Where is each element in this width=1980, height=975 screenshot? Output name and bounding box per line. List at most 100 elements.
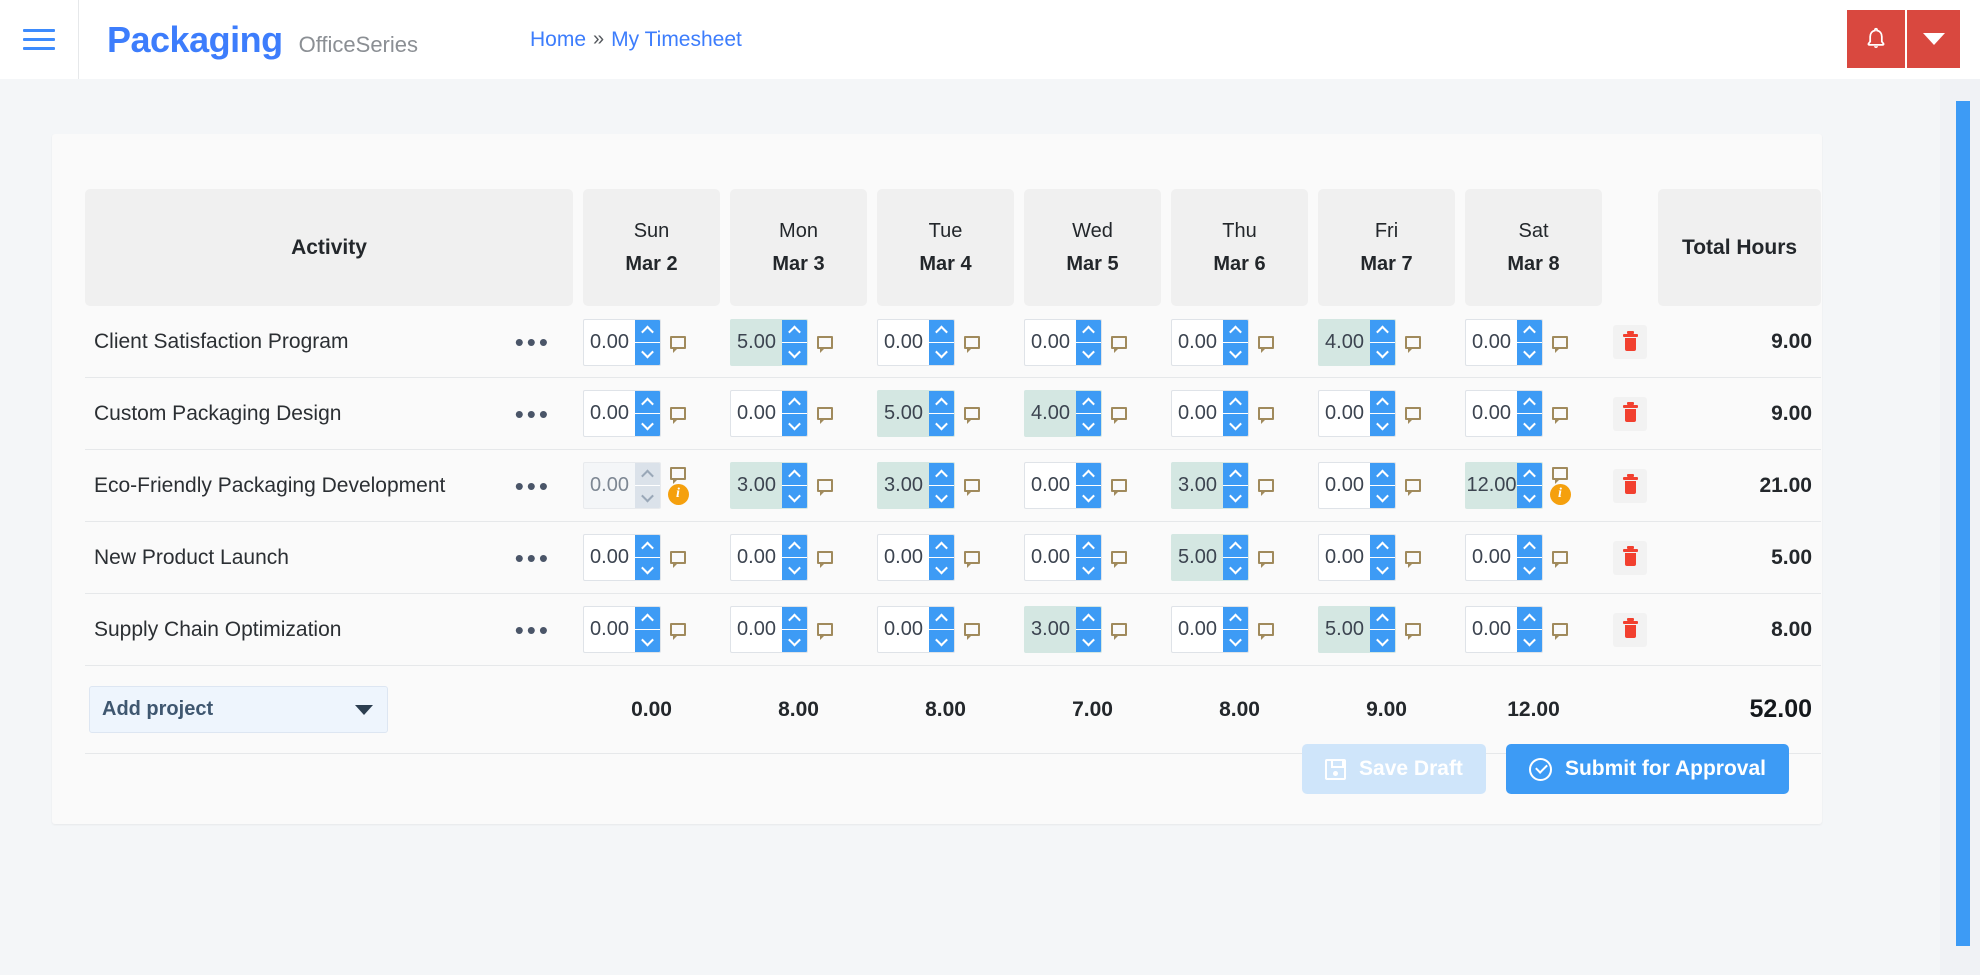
stepper-down-button[interactable] [635,343,660,365]
stepper-up-button[interactable] [929,391,954,414]
stepper-down-button[interactable] [1076,343,1101,365]
comment-icon[interactable] [817,407,833,420]
hours-input[interactable]: 0.00 [1171,319,1249,366]
stepper-up-button[interactable] [1517,391,1542,414]
row-options-kebab-icon[interactable]: ••• [515,329,551,355]
hours-input[interactable]: 0.00 [583,606,661,653]
stepper-up-button[interactable] [635,607,660,630]
comment-icon[interactable] [1552,336,1568,349]
stepper-up-button[interactable] [1076,391,1101,414]
stepper-up-button[interactable] [635,320,660,343]
hours-input[interactable]: 0.00 [1171,606,1249,653]
stepper-up-button[interactable] [782,391,807,414]
notification-dropdown-button[interactable] [1905,10,1960,68]
comment-icon[interactable] [964,551,980,564]
stepper-up-button[interactable] [1076,320,1101,343]
comment-icon[interactable] [670,336,686,349]
row-options-kebab-icon[interactable]: ••• [515,401,551,427]
comment-icon[interactable] [817,623,833,636]
comment-icon[interactable] [1552,407,1568,420]
comment-icon[interactable] [1405,479,1421,492]
hours-input[interactable]: 0.00 [1465,534,1543,581]
delete-row-button[interactable] [1613,325,1647,359]
stepper-down-button[interactable] [1076,630,1101,652]
comment-icon[interactable] [670,407,686,420]
info-warning-icon[interactable]: i [1550,484,1571,505]
comment-icon[interactable] [1552,623,1568,636]
comment-icon[interactable] [1111,479,1127,492]
comment-icon[interactable] [817,479,833,492]
comment-icon[interactable] [817,336,833,349]
hours-input[interactable]: 0.00 [583,534,661,581]
comment-icon[interactable] [1258,336,1274,349]
hours-input[interactable]: 3.00 [877,462,955,509]
stepper-up-button[interactable] [1370,535,1395,558]
stepper-down-button[interactable] [929,486,954,508]
hamburger-menu-icon[interactable] [0,29,78,50]
stepper-down-button[interactable] [929,558,954,580]
comment-icon[interactable] [1111,407,1127,420]
comment-icon[interactable] [1258,623,1274,636]
stepper-up-button[interactable] [782,535,807,558]
stepper-down-button[interactable] [1517,343,1542,365]
stepper-up-button[interactable] [1517,320,1542,343]
stepper-down-button[interactable] [782,343,807,365]
hours-input[interactable]: 3.00 [1024,606,1102,653]
comment-icon[interactable] [964,407,980,420]
row-options-kebab-icon[interactable]: ••• [515,473,551,499]
stepper-down-button[interactable] [929,343,954,365]
stepper-down-button[interactable] [1370,414,1395,436]
stepper-down-button[interactable] [1076,486,1101,508]
info-warning-icon[interactable]: i [668,484,689,505]
stepper-up-button[interactable] [1076,463,1101,486]
hours-input[interactable]: 0.00 [1024,534,1102,581]
hours-input[interactable]: 12.00 [1465,462,1543,509]
stepper-up-button[interactable] [782,320,807,343]
stepper-up-button[interactable] [1223,607,1248,630]
stepper-down-button[interactable] [1517,414,1542,436]
stepper-down-button[interactable] [1370,630,1395,652]
stepper-down-button[interactable] [929,414,954,436]
stepper-down-button[interactable] [1517,486,1542,508]
hours-input[interactable]: 4.00 [1318,319,1396,366]
hours-input[interactable]: 0.00 [1024,319,1102,366]
stepper-up-button[interactable] [1223,320,1248,343]
stepper-down-button[interactable] [635,414,660,436]
stepper-up-button[interactable] [1223,391,1248,414]
stepper-up-button[interactable] [1223,535,1248,558]
comment-icon[interactable] [1258,479,1274,492]
hours-input[interactable]: 5.00 [1171,534,1249,581]
comment-icon[interactable] [670,623,686,636]
hours-input[interactable]: 0.00 [730,390,808,437]
stepper-up-button[interactable] [1076,535,1101,558]
stepper-up-button[interactable] [635,391,660,414]
stepper-down-button[interactable] [635,558,660,580]
comment-icon[interactable] [1258,551,1274,564]
stepper-up-button[interactable] [1517,607,1542,630]
comment-icon[interactable] [1405,551,1421,564]
page-scrollbar-track[interactable] [1940,79,1980,975]
stepper-down-button[interactable] [1223,414,1248,436]
stepper-down-button[interactable] [782,486,807,508]
stepper-down-button[interactable] [635,630,660,652]
stepper-up-button[interactable] [1370,320,1395,343]
hours-input[interactable]: 0.00 [877,319,955,366]
hours-input[interactable]: 3.00 [730,462,808,509]
hours-input[interactable]: 0.00 [583,390,661,437]
comment-icon[interactable] [1405,623,1421,636]
hours-input[interactable]: 0.00 [877,606,955,653]
comment-icon[interactable] [1405,336,1421,349]
stepper-up-button[interactable] [782,607,807,630]
stepper-up-button[interactable] [929,320,954,343]
breadcrumb-home-link[interactable]: Home [530,28,586,52]
comment-icon[interactable] [817,551,833,564]
stepper-up-button[interactable] [929,535,954,558]
stepper-down-button[interactable] [1370,486,1395,508]
add-project-dropdown[interactable]: Add project [89,686,388,733]
hours-input[interactable]: 0.00 [1024,462,1102,509]
hours-input[interactable]: 4.00 [1024,390,1102,437]
hours-input[interactable]: 0.00 [1465,606,1543,653]
stepper-down-button[interactable] [929,630,954,652]
stepper-up-button[interactable] [929,607,954,630]
stepper-up-button[interactable] [635,535,660,558]
